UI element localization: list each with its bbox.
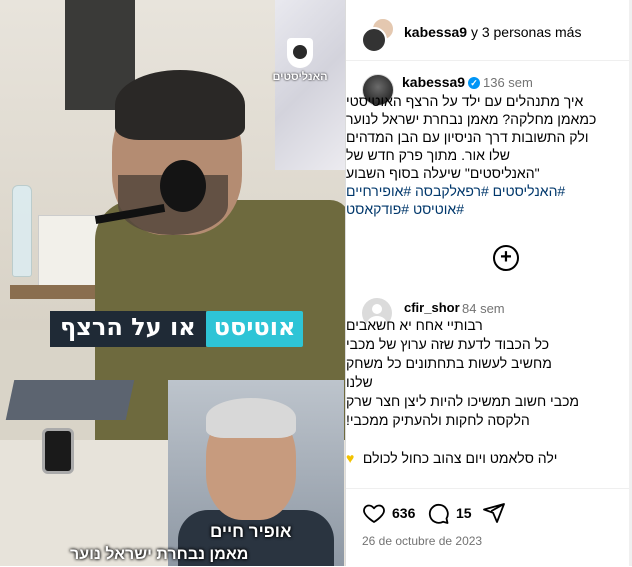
media-person-hair	[115, 70, 245, 140]
comment-line: הלקסה לחקות ולהעתיק ממכבי!	[346, 412, 530, 428]
post-caption: איך מתנהלים עם ילד על הרצף האוטיסטי כמאמ…	[346, 92, 616, 218]
hashtag-line[interactable]: #האנליסטים #רפאלקבסה #אופירחיים	[346, 182, 616, 200]
post-header: kabessa9 y 3 personas más	[346, 0, 632, 61]
yellow-heart-emoji: ♥	[346, 450, 355, 466]
comment-line: כל הכבוד לדעת שזה ערוץ של מכבי	[346, 336, 550, 352]
comment-count[interactable]: 15	[456, 505, 472, 521]
panel-divider	[345, 0, 346, 566]
verified-badge-icon: ✓	[468, 77, 481, 90]
add-comments-icon[interactable]: +	[493, 245, 519, 271]
post-date[interactable]: 26 de octubre de 2023	[362, 534, 482, 548]
media-headset	[160, 160, 206, 212]
post-time[interactable]: 136 sem	[483, 75, 533, 90]
inset-person-hair	[206, 398, 296, 438]
media-watch	[42, 428, 74, 474]
liked-by-rest: y 3 personas más	[467, 24, 582, 40]
hashtag-line[interactable]: #אוטיסט #פודקאסט	[346, 200, 616, 218]
media-caption-name: אופיר חיים	[210, 522, 292, 541]
comment-line-text: ילה סלאמט ויום צהוב כחול לכולם	[362, 450, 558, 466]
post-actions: 636 15 26 de octubre de 2023	[346, 488, 632, 567]
comment-spacer	[346, 430, 618, 449]
media-bottle	[12, 185, 32, 277]
comment-action[interactable]: 15	[426, 501, 472, 525]
liked-by-avatars[interactable]	[361, 17, 395, 53]
heart-icon[interactable]	[362, 501, 386, 525]
banner-highlight: אוטיסט	[205, 311, 304, 347]
author-username[interactable]: kabessa9 ✓	[402, 74, 481, 90]
media-caption-title: מאמן נבחרת ישראל נוער	[70, 546, 249, 563]
comment-time[interactable]: 84 sem	[462, 301, 505, 316]
comment-line: רבותיי אחח יא חשאבים	[346, 317, 483, 333]
liked-by-username[interactable]: kabessa9	[404, 24, 467, 40]
comment-icon[interactable]	[426, 501, 450, 525]
media-title-banner: אוטיסט או על הרצף	[50, 311, 304, 347]
comment-line: מחשיב לעשות בתחתונים כל משחק	[346, 355, 552, 371]
post-media[interactable]: האנליסטים אוטיסט או על הרצף אופיר חיים מ…	[0, 0, 345, 566]
caption-line: "האנליסטים" שיעלה בסוף השבוע	[346, 165, 540, 181]
comment-text: רבותיי אחח יא חשאבים כל הכבוד לדעת שזה ע…	[346, 316, 618, 468]
share-icon[interactable]	[482, 501, 506, 525]
caption-line: ולק התשובות דרך הניסיון עם הבן המדהים	[346, 129, 589, 145]
comment-line-last: ילה סלאמט ויום צהוב כחול לכולם ♥	[346, 449, 618, 468]
like-count[interactable]: 636	[392, 505, 415, 521]
avatar	[361, 27, 387, 53]
like-action[interactable]: 636	[362, 501, 415, 525]
media-papers	[38, 215, 100, 287]
media-keyboard	[5, 380, 135, 420]
logo-shield-icon	[287, 38, 313, 68]
share-action[interactable]	[482, 501, 506, 525]
comment-line: מכבי חשוב תמשיכו להיות ליצן חצר שרק	[346, 393, 580, 409]
caption-line: שלו אור. מתוך פרק חדש של	[346, 147, 511, 163]
author-username-text[interactable]: kabessa9	[402, 74, 465, 90]
caption-line: איך מתנהלים עם ילד על הרצף האוטיסטי	[346, 93, 584, 109]
comment-line: שלנו	[346, 374, 373, 390]
liked-by-text[interactable]: kabessa9 y 3 personas más	[404, 24, 581, 40]
commenter-username[interactable]: cfir_shor	[404, 300, 460, 315]
podcast-logo: האנליסטים	[272, 38, 328, 88]
logo-text: האנליסטים	[272, 71, 328, 83]
caption-line: כמאמן מחלקה? מאמן נבחרת ישראל לנוער	[346, 111, 597, 127]
banner-rest: או על הרצף	[50, 311, 206, 347]
